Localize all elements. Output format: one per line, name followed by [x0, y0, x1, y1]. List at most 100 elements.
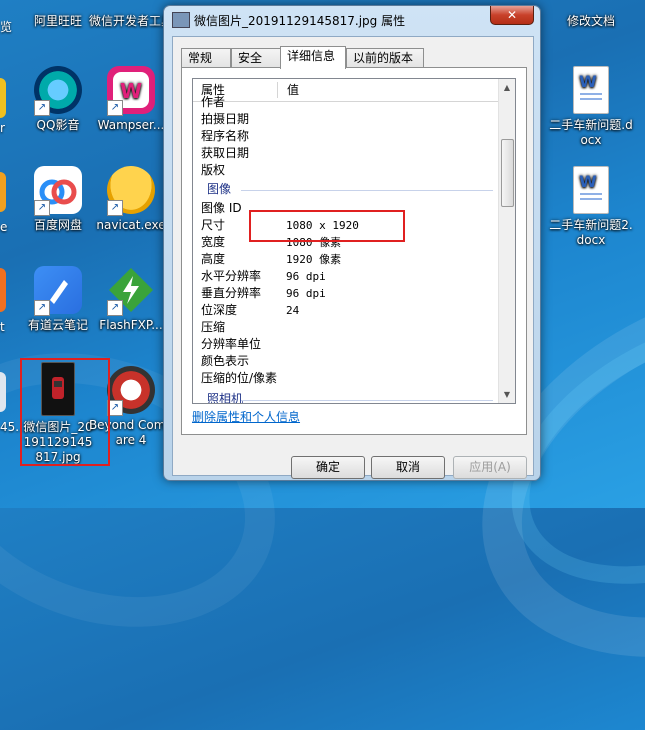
list-row[interactable]: 作者	[193, 94, 499, 111]
list-row[interactable]: 图像 ID	[193, 200, 499, 217]
svg-text:W: W	[579, 72, 597, 91]
title-bar[interactable]: 微信图片_20191129145817.jpg 属性 ✕	[164, 6, 540, 34]
navicat-icon: ↗	[107, 166, 155, 216]
property-name: 拍摄日期	[201, 112, 250, 126]
desktop-icon-label: 二手车新问题2.docx	[549, 218, 633, 247]
property-name: 获取日期	[201, 146, 250, 160]
list-row[interactable]: 版权	[193, 162, 499, 179]
desktop-icon-beyond-compare[interactable]: ↗ Beyond Compare 4	[88, 366, 174, 448]
list-row[interactable]: 水平分辨率 96 dpi	[193, 268, 499, 285]
word-doc-icon: W	[573, 66, 609, 114]
desktop-icon-partial-label[interactable]: r	[0, 121, 5, 135]
wampserver-icon: W ↗	[107, 66, 155, 116]
desktop-icon-label: FlashFXP...	[99, 318, 163, 332]
shortcut-arrow-icon: ↗	[34, 100, 50, 116]
dialog-client: 常规 安全 详细信息 以前的版本 属性 值 作者 拍摄日期 程序名称 获取日期 …	[172, 36, 534, 479]
list-row[interactable]: 尺寸 1080 x 1920	[193, 217, 499, 234]
property-value: 1080 x 1920	[286, 219, 359, 232]
group-divider	[241, 400, 493, 401]
tab-general[interactable]: 常规	[181, 48, 231, 68]
vertical-scrollbar[interactable]: ▲ ▼	[498, 79, 515, 403]
partial-icon[interactable]	[0, 268, 6, 312]
property-value: 1080 像素	[286, 236, 342, 249]
list-row[interactable]: 分辨率单位	[193, 336, 499, 353]
details-panel: 属性 值 作者 拍摄日期 程序名称 获取日期 版权 图像 图像 ID 尺寸 108…	[181, 67, 527, 435]
group-divider	[241, 190, 493, 191]
baidu-netdisk-icon: ↗	[34, 166, 82, 216]
tab-security[interactable]: 安全	[231, 48, 281, 68]
list-row[interactable]: 位深度 24	[193, 302, 499, 319]
window-icon	[172, 12, 190, 28]
desktop-icon-wechat-devtools[interactable]: 微信开发者工具	[88, 14, 174, 29]
group-header-image: 图像	[193, 181, 499, 198]
property-value: 24	[286, 304, 300, 317]
desktop-icon-label: 微信图片_20191129145817.jpg	[23, 420, 93, 464]
ok-button[interactable]: 确定	[291, 456, 365, 479]
tab-previous-versions[interactable]: 以前的版本	[346, 48, 424, 68]
property-list[interactable]: 属性 值 作者 拍摄日期 程序名称 获取日期 版权 图像 图像 ID 尺寸 108…	[192, 78, 516, 404]
property-name: 位深度	[201, 303, 238, 317]
group-label: 照相机	[207, 392, 244, 404]
scroll-down-icon[interactable]: ▼	[500, 387, 514, 402]
window-title: 微信图片_20191129145817.jpg 属性	[194, 14, 406, 28]
property-name: 垂直分辨率	[201, 286, 262, 300]
shortcut-arrow-icon: ↗	[107, 100, 123, 116]
youdao-note-icon: ↗	[34, 266, 82, 316]
scroll-up-icon[interactable]: ▲	[500, 80, 514, 95]
svg-text:W: W	[120, 79, 142, 103]
close-button[interactable]: ✕	[490, 6, 534, 25]
property-name: 高度	[201, 252, 226, 266]
list-row[interactable]: 获取日期	[193, 145, 499, 162]
scroll-thumb[interactable]	[501, 139, 514, 207]
desktop-icon-label: 修改文档	[566, 14, 615, 28]
property-name: 作者	[201, 95, 226, 109]
desktop-icon-word-doc-1[interactable]: W 二手车新问题.docx	[548, 66, 634, 148]
list-row[interactable]: 拍摄日期	[193, 111, 499, 128]
property-name: 颜色表示	[201, 354, 250, 368]
desktop-icon-partial-label[interactable]: t	[0, 320, 5, 334]
cancel-button[interactable]: 取消	[371, 456, 445, 479]
property-value: 96 dpi	[286, 287, 326, 300]
desktop-icon-flashfxp[interactable]: ↗ FlashFXP...	[88, 266, 174, 333]
desktop-icon-wechat-image[interactable]: 微信图片_20191129145817.jpg	[20, 362, 96, 465]
word-doc-icon: W	[573, 166, 609, 214]
list-row[interactable]: 程序名称	[193, 128, 499, 145]
partial-icon[interactable]	[0, 78, 6, 118]
partial-icon[interactable]	[0, 172, 6, 212]
property-name: 尺寸	[201, 218, 226, 232]
shortcut-arrow-icon: ↗	[107, 300, 123, 316]
property-name: 分辨率单位	[201, 337, 262, 351]
desktop-icon-modify-docs[interactable]: 修改文档	[548, 14, 634, 29]
property-name: 图像 ID	[201, 201, 242, 215]
list-row[interactable]: 颜色表示	[193, 353, 499, 370]
desktop-icon-partial-label[interactable]: e	[0, 220, 7, 234]
group-header-camera: 照相机	[193, 391, 499, 404]
property-name: 压缩	[201, 320, 226, 334]
desktop-icon-word-doc-2[interactable]: W 二手车新问题2.docx	[548, 166, 634, 248]
desktop-icon-wampserver[interactable]: W ↗ Wampser...	[88, 66, 174, 133]
list-row[interactable]: 压缩的位/像素	[193, 370, 499, 387]
image-file-icon	[41, 362, 75, 416]
desktop-icon-partial-label[interactable]: 览	[0, 18, 12, 35]
list-row[interactable]: 高度 1920 像素	[193, 251, 499, 268]
shortcut-arrow-icon: ↗	[34, 300, 50, 316]
tab-details[interactable]: 详细信息	[280, 46, 346, 69]
remove-properties-link[interactable]: 删除属性和个人信息	[192, 408, 300, 425]
property-value: 1920 像素	[286, 253, 342, 266]
qqplayer-icon: ↗	[34, 66, 82, 116]
beyond-compare-icon: ↗	[107, 366, 155, 416]
property-name: 水平分辨率	[201, 269, 262, 283]
shortcut-arrow-icon: ↗	[107, 200, 123, 216]
shortcut-arrow-icon: ↗	[34, 200, 50, 216]
property-name: 宽度	[201, 235, 226, 249]
list-row[interactable]: 宽度 1080 像素	[193, 234, 499, 251]
svg-text:W: W	[579, 172, 597, 191]
group-label: 图像	[207, 182, 232, 196]
flashfxp-icon: ↗	[107, 266, 155, 316]
list-row[interactable]: 垂直分辨率 96 dpi	[193, 285, 499, 302]
desktop-icon-navicat[interactable]: ↗ navicat.exe	[88, 166, 174, 233]
properties-window: 微信图片_20191129145817.jpg 属性 ✕ 常规 安全 详细信息 …	[163, 5, 541, 481]
apply-button[interactable]: 应用(A)	[453, 456, 527, 479]
partial-icon[interactable]	[0, 372, 6, 412]
list-row[interactable]: 压缩	[193, 319, 499, 336]
